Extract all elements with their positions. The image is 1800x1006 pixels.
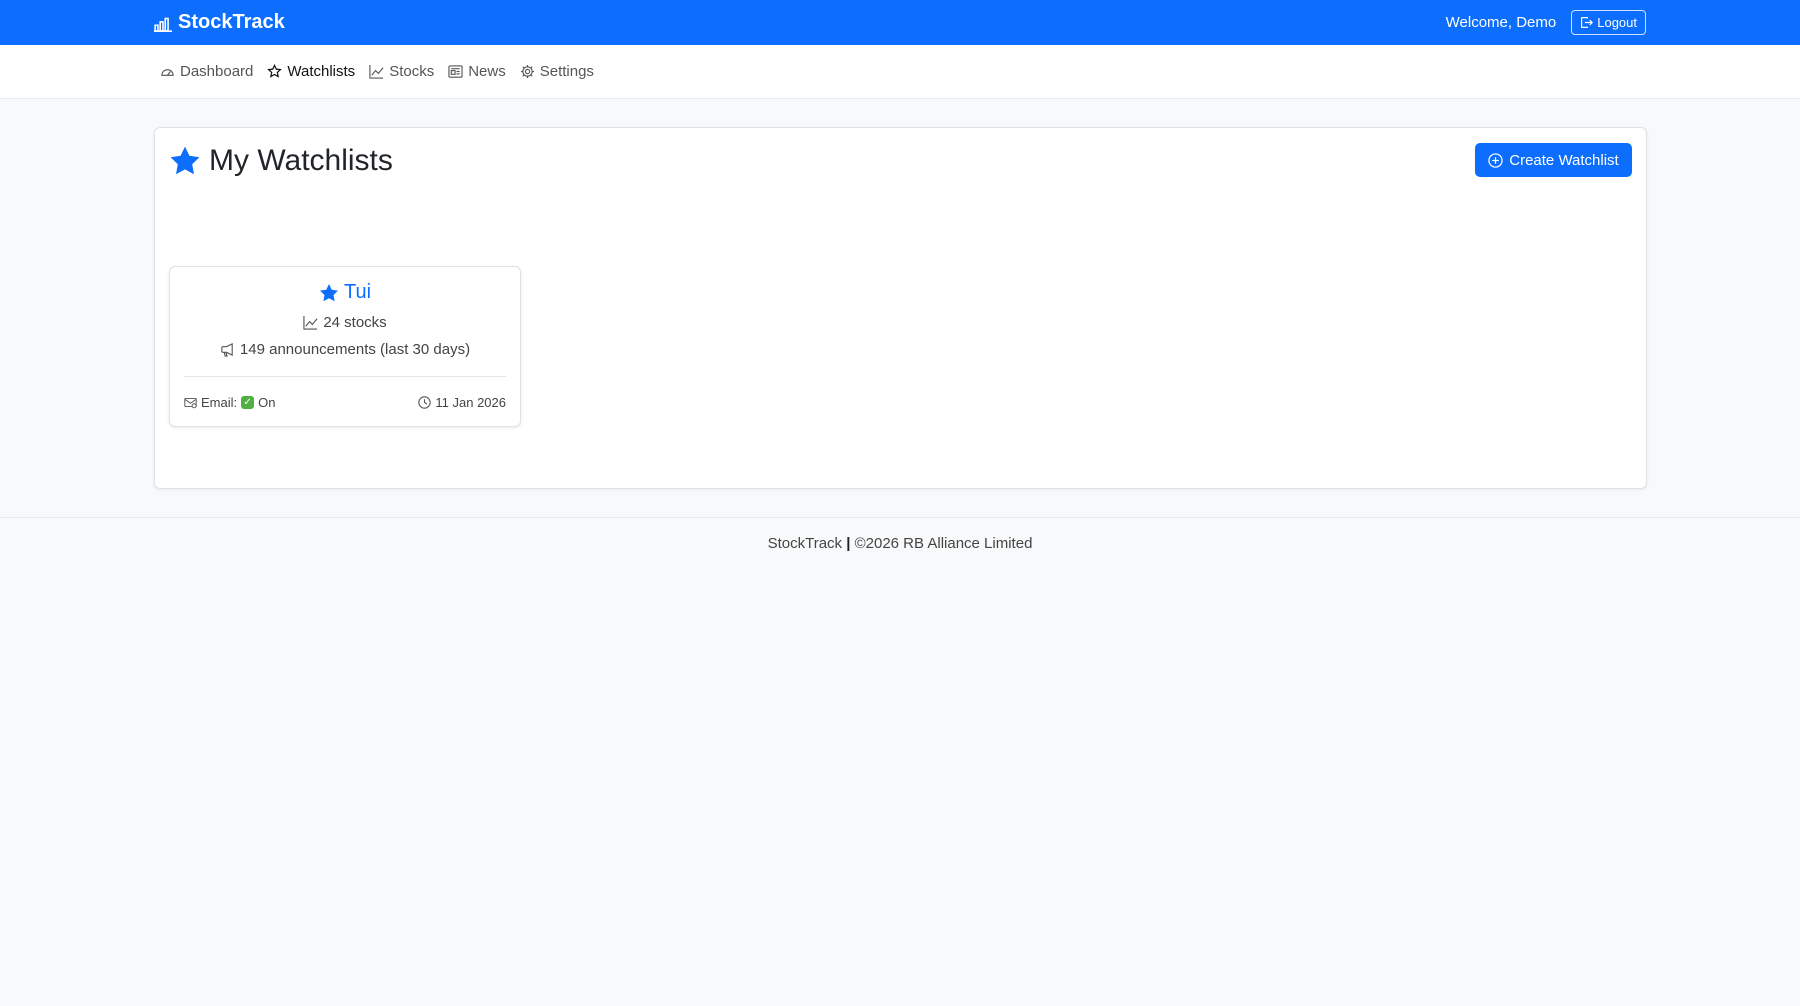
email-status-text: On bbox=[258, 395, 276, 410]
speedometer-icon bbox=[161, 69, 174, 76]
nav-label: Settings bbox=[539, 63, 594, 80]
nav-item-stocks[interactable]: Stocks bbox=[369, 63, 434, 80]
graph-up-icon bbox=[303, 315, 318, 330]
footer-brand: StockTrack bbox=[767, 535, 843, 552]
nav-label: Watchlists bbox=[287, 63, 356, 80]
envelope-check-icon bbox=[184, 397, 197, 409]
footer-divider bbox=[0, 517, 1800, 518]
logout-button[interactable]: Logout bbox=[1571, 10, 1646, 35]
watchlists-panel: My Watchlists Create Watchlist Tui 24 st… bbox=[154, 127, 1647, 489]
nav-item-dashboard[interactable]: Dashboard bbox=[160, 63, 253, 80]
watchlist-card-footer: Email: ✓ On 11 Jan 2026 bbox=[184, 395, 506, 410]
logout-icon bbox=[1581, 17, 1594, 28]
main-nav: Dashboard Watchlists Stocks News Setting… bbox=[0, 45, 1800, 99]
clock-icon bbox=[418, 396, 432, 409]
announcements-text: 149 announcements (last 30 days) bbox=[239, 341, 471, 358]
card-divider bbox=[184, 376, 506, 377]
create-watchlist-label: Create Watchlist bbox=[1509, 151, 1619, 169]
footer-separator: | bbox=[846, 535, 851, 552]
nav-label: Dashboard bbox=[180, 63, 254, 80]
user-area: Welcome, Demo Logout bbox=[1446, 10, 1646, 35]
gear-icon bbox=[520, 64, 534, 79]
check-icon: ✓ bbox=[241, 396, 255, 409]
create-watchlist-button[interactable]: Create Watchlist bbox=[1475, 143, 1632, 177]
star-filled-icon bbox=[319, 283, 338, 301]
megaphone-icon bbox=[221, 342, 233, 357]
email-status: Email: ✓ On bbox=[184, 395, 275, 410]
watchlist-card[interactable]: Tui 24 stocks 149 announcements (last 30… bbox=[169, 266, 521, 427]
email-label: Email: bbox=[201, 395, 238, 410]
brand-name: StockTrack bbox=[178, 11, 285, 33]
brand-link[interactable]: StockTrack bbox=[154, 11, 285, 34]
page-title-text: My Watchlists bbox=[209, 144, 393, 177]
bar-chart-icon bbox=[154, 17, 172, 32]
footer-copyright: ©2026 RB Alliance Limited bbox=[854, 535, 1033, 552]
watchlist-name[interactable]: Tui bbox=[170, 281, 520, 304]
page-footer: StockTrack | ©2026 RB Alliance Limited bbox=[0, 535, 1800, 552]
stock-count-text: 24 stocks bbox=[323, 314, 387, 331]
watchlist-name-text: Tui bbox=[343, 281, 372, 303]
date-text: 11 Jan 2026 bbox=[435, 395, 506, 410]
nav-item-watchlists[interactable]: Watchlists bbox=[267, 63, 355, 80]
nav-label: News bbox=[468, 63, 506, 80]
star-outline-icon bbox=[267, 64, 283, 78]
watchlist-date: 11 Jan 2026 bbox=[418, 395, 506, 410]
plus-circle-icon bbox=[1488, 152, 1503, 168]
watchlist-announcements: 149 announcements (last 30 days) bbox=[170, 341, 520, 358]
logout-label: Logout bbox=[1597, 15, 1637, 30]
newspaper-icon bbox=[448, 65, 463, 78]
watchlist-stock-count: 24 stocks bbox=[170, 314, 520, 331]
top-bar: StockTrack Welcome, Demo Logout bbox=[0, 0, 1800, 45]
graph-up-icon bbox=[369, 64, 384, 79]
nav-item-settings[interactable]: Settings bbox=[520, 63, 594, 80]
welcome-text: Welcome, Demo bbox=[1445, 14, 1557, 31]
star-filled-icon bbox=[170, 146, 200, 175]
page-title: My Watchlists bbox=[169, 144, 393, 178]
nav-item-news[interactable]: News bbox=[448, 63, 506, 80]
nav-label: Stocks bbox=[389, 63, 435, 80]
